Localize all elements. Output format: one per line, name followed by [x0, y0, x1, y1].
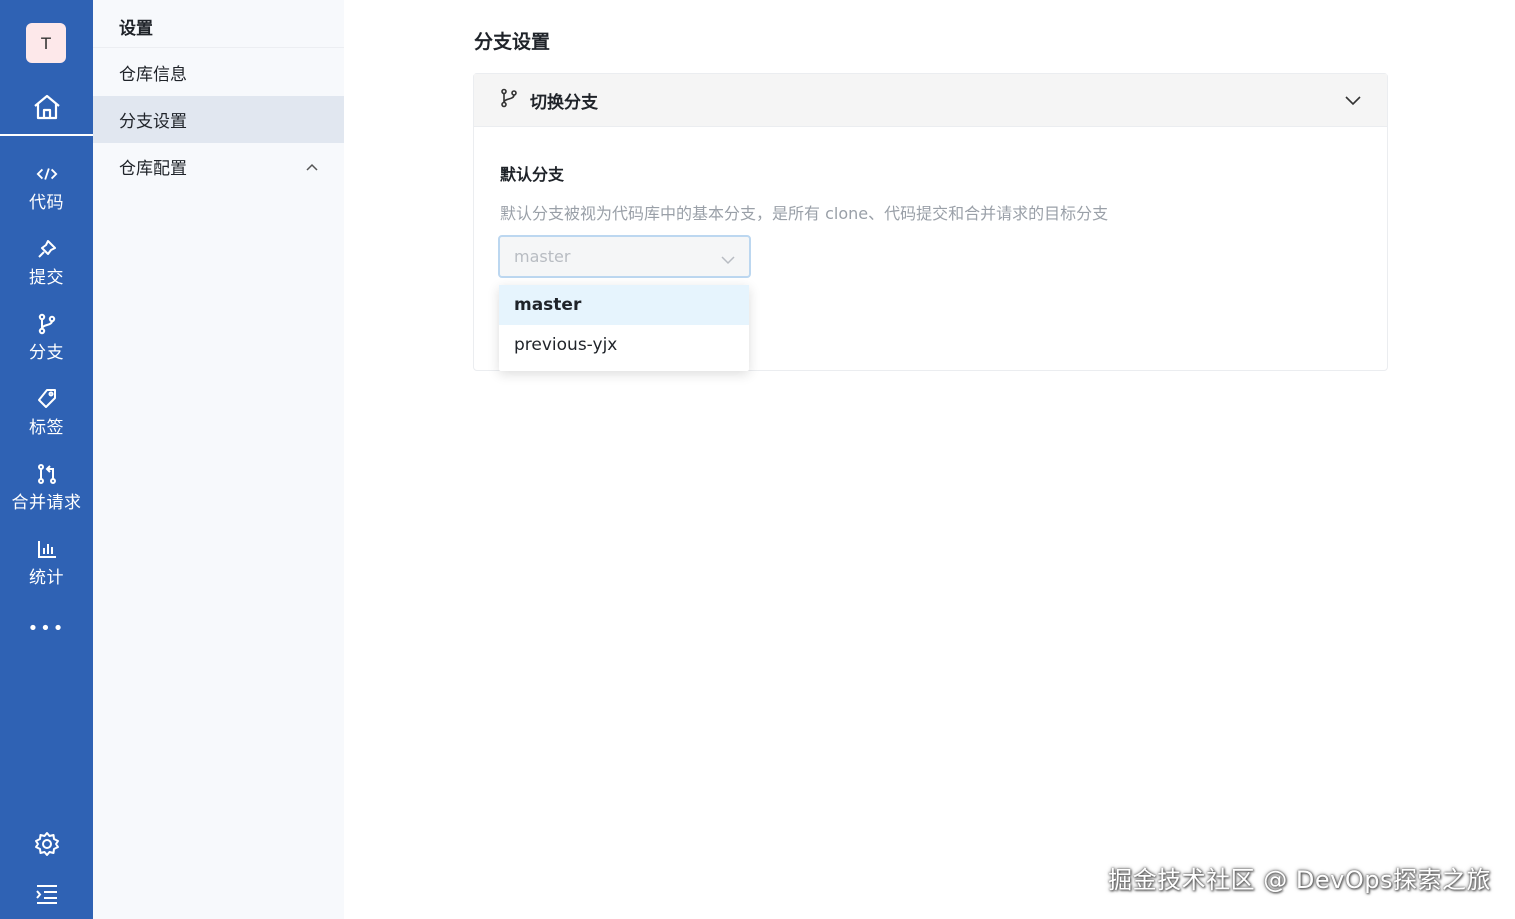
page-title: 分支设置 — [474, 31, 551, 53]
sidebar-item-label: 仓库信息 — [119, 65, 187, 85]
settings-sidebar: 设置 仓库信息 分支设置 仓库配置 — [93, 0, 344, 919]
gear-icon — [34, 831, 60, 861]
dropdown-option-master[interactable]: master — [499, 285, 749, 325]
nav-merge-requests-label: 合并请求 — [11, 493, 82, 513]
home-icon — [31, 91, 63, 127]
home-button[interactable] — [0, 84, 93, 136]
card-header[interactable]: 切换分支 — [474, 74, 1387, 127]
watermark: 掘金技术社区 @ DevOps探索之旅 — [1108, 866, 1491, 894]
branch-icon — [500, 88, 518, 112]
nav-tags-label: 标签 — [29, 418, 64, 438]
nav-merge-requests[interactable]: 合并请求 — [0, 463, 93, 513]
nav-code[interactable]: 代码 — [0, 163, 93, 213]
sidebar-title: 设置 — [119, 19, 153, 39]
default-branch-select[interactable]: master — [498, 235, 751, 278]
merge-request-icon — [36, 463, 58, 485]
left-nav-rail: T 代码 提交 分支 标签 合并请求 统计 ••• — [0, 0, 93, 919]
default-branch-description: 默认分支被视为代码库中的基本分支，是所有 clone、代码提交和合并请求的目标分… — [500, 204, 1109, 223]
chevron-down-icon[interactable] — [1345, 91, 1361, 110]
nav-commits[interactable]: 提交 — [0, 238, 93, 288]
menu-collapse-icon — [34, 882, 60, 910]
nav-statistics[interactable]: 统计 — [0, 538, 93, 588]
select-value: master — [514, 247, 571, 266]
nav-commits-label: 提交 — [29, 268, 64, 288]
sidebar-item-label: 分支设置 — [119, 112, 187, 132]
avatar[interactable]: T — [26, 23, 66, 63]
chevron-up-icon[interactable] — [306, 160, 318, 174]
chevron-down-icon — [721, 250, 735, 269]
nav-branches[interactable]: 分支 — [0, 313, 93, 363]
collapse-menu-button[interactable] — [0, 882, 93, 910]
tag-icon — [36, 388, 58, 410]
settings-button[interactable] — [0, 831, 93, 861]
sidebar-item-repo-info[interactable]: 仓库信息 — [93, 49, 344, 96]
nav-branches-label: 分支 — [29, 343, 64, 363]
default-branch-label: 默认分支 — [500, 165, 565, 184]
sidebar-item-branch-settings[interactable]: 分支设置 — [93, 96, 344, 143]
pin-icon — [36, 238, 58, 260]
nav-tags[interactable]: 标签 — [0, 388, 93, 438]
more-icon[interactable]: ••• — [0, 618, 93, 639]
nav-code-label: 代码 — [29, 193, 64, 213]
dropdown-option-previous-yjx[interactable]: previous-yjx — [499, 325, 749, 365]
card-header-title: 切换分支 — [530, 92, 598, 113]
code-icon — [36, 163, 58, 185]
sidebar-item-label: 仓库配置 — [119, 159, 187, 179]
chart-icon — [36, 538, 58, 560]
sidebar-item-repo-config[interactable]: 仓库配置 — [93, 143, 344, 190]
branch-icon — [36, 313, 58, 335]
nav-statistics-label: 统计 — [29, 568, 64, 588]
branch-dropdown-menu: master previous-yjx — [499, 285, 749, 371]
sidebar-divider — [93, 47, 344, 48]
